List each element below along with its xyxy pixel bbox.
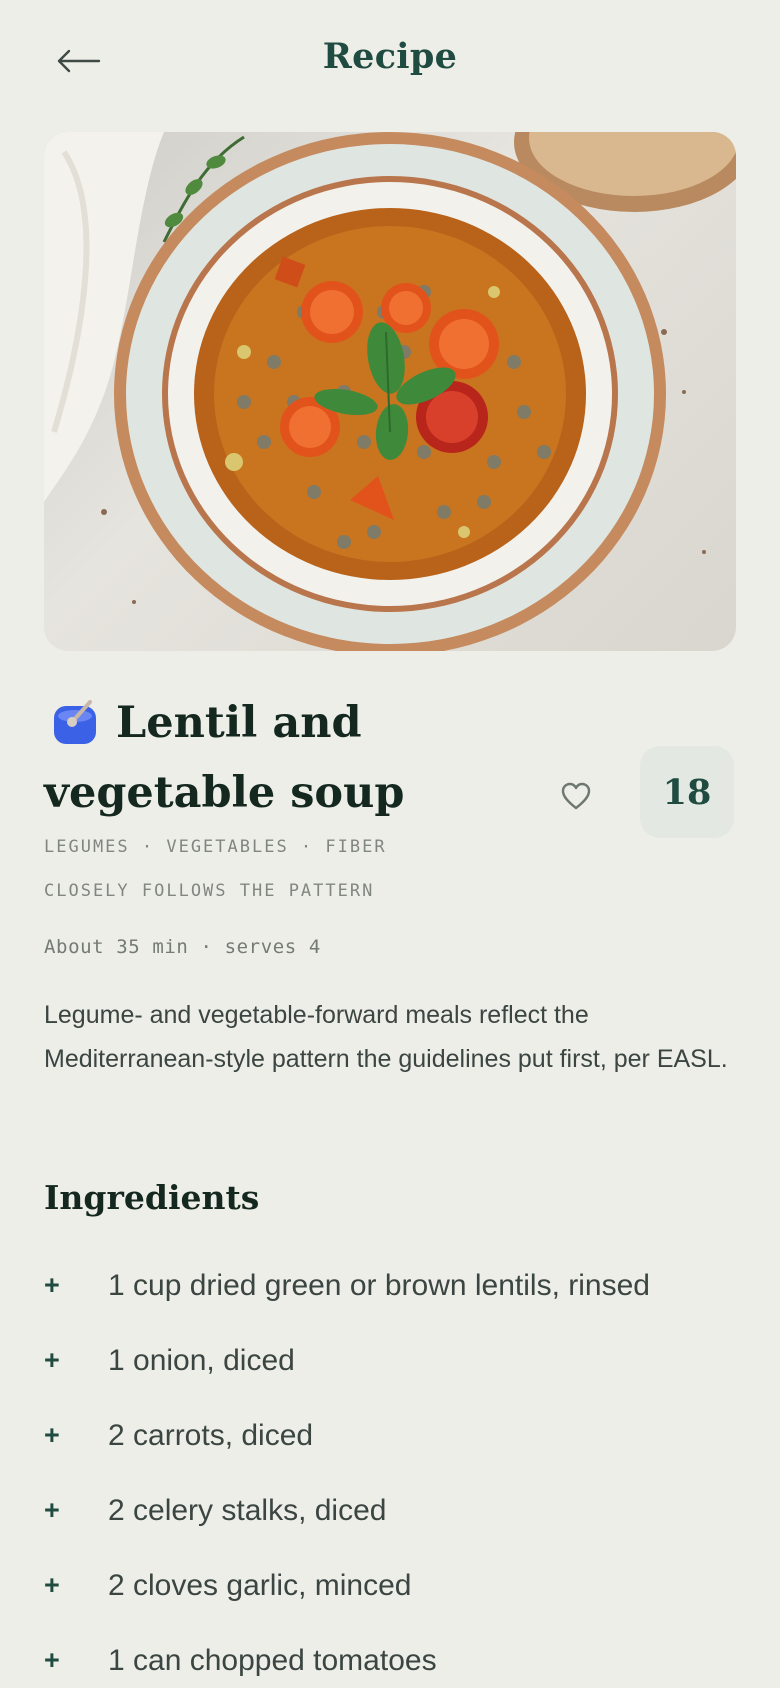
- recipe-tags: LEGUMES · VEGETABLES · FIBER: [44, 837, 387, 857]
- favorite-button[interactable]: [556, 776, 596, 816]
- ingredient-text: 2 carrots, diced: [108, 1418, 314, 1452]
- recipe-screen: Recipe Lentil and vegetable soup 18 LEGU…: [0, 0, 780, 1688]
- ingredient-text: 1 can chopped tomatoes: [108, 1643, 437, 1677]
- ingredient-item: + 2 cloves garlic, minced: [44, 1548, 744, 1623]
- ingredient-item: + 1 can chopped tomatoes: [44, 1623, 744, 1688]
- plus-icon: +: [44, 1345, 60, 1375]
- ingredient-text: 2 celery stalks, diced: [108, 1493, 387, 1527]
- recipe-description: Legume- and vegetable-forward meals refl…: [44, 1001, 728, 1073]
- ingredients-list: + 1 cup dried green or brown lentils, ri…: [44, 1248, 744, 1688]
- ingredient-text: 1 onion, diced: [108, 1343, 295, 1377]
- page-title: Recipe: [322, 36, 458, 77]
- plus-icon: +: [44, 1420, 60, 1450]
- plus-icon: +: [44, 1570, 60, 1600]
- ingredient-item: + 2 celery stalks, diced: [44, 1473, 744, 1548]
- plus-icon: +: [44, 1645, 60, 1675]
- recipe-title: Lentil and vegetable soup: [44, 698, 405, 818]
- heart-outline-icon: [561, 782, 591, 810]
- recipe-photo: [44, 132, 736, 651]
- score-badge: 18: [640, 746, 734, 838]
- header: Recipe: [0, 0, 780, 122]
- plus-icon: +: [44, 1495, 60, 1525]
- ingredient-text: 1 cup dried green or brown lentils, rins…: [108, 1268, 650, 1302]
- ingredients-heading: Ingredients: [44, 1178, 260, 1217]
- pattern-note: CLOSELY FOLLOWS THE PATTERN: [44, 881, 375, 901]
- ingredient-item: + 2 carrots, diced: [44, 1398, 744, 1473]
- ingredient-item: + 1 cup dried green or brown lentils, ri…: [44, 1248, 744, 1323]
- ingredient-item: + 1 onion, diced: [44, 1323, 744, 1398]
- ingredient-text: 2 cloves garlic, minced: [108, 1568, 412, 1602]
- recipe-meta: About 35 min · serves 4: [44, 936, 321, 958]
- plus-icon: +: [44, 1270, 60, 1300]
